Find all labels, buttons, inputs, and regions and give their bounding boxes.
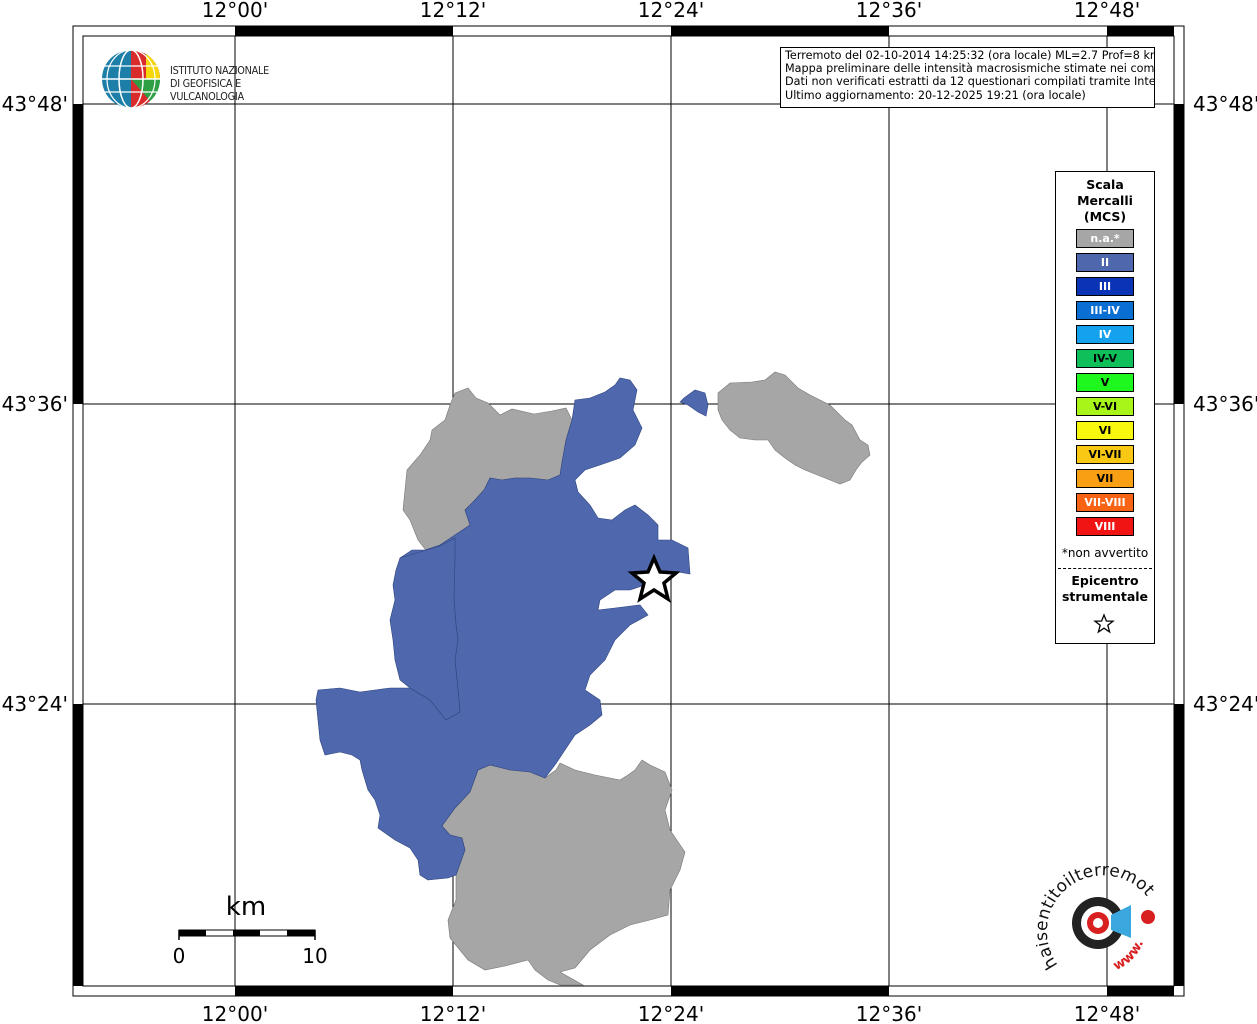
lon-label-bottom-1: 12°00' [202,1002,268,1024]
ingv-logo: ISTITUTO NAZIONALE DI GEOFISICA E VULCAN… [100,48,320,110]
lat-label-right-1: 43°48' [1193,92,1257,116]
lat-label-right-2: 43°36' [1193,392,1257,416]
lon-label-bottom-3: 12°24' [638,1002,704,1024]
lat-label-left-3: 43°24' [2,692,68,716]
scale-bar: km 0 10 [168,888,328,973]
ingv-name-line2: DI GEOFISICA E VULCANOLOGIA [170,77,244,103]
lon-label-top-2: 12°12' [420,0,486,22]
lon-label-top-5: 12°48' [1074,0,1140,22]
legend-title-line2: Mercalli [1077,193,1133,208]
scale-bar-graphic: km 0 10 [173,892,328,968]
lat-label-left-2: 43°36' [2,392,68,416]
legend-item: V [1076,373,1134,392]
hai-sentito-logo: haisentitoilterremoto.it www. [1031,845,1166,980]
legend-divider [1058,568,1152,569]
lon-label-bottom-2: 12°12' [420,1002,486,1024]
legend-epicenter-line1: Epicentro [1071,573,1139,588]
legend-title-line3: (MCS) [1083,209,1127,224]
info-line-4: Ultimo aggiornamento: 20-12-2025 19:21 (… [785,88,1086,102]
lat-label-left-1: 43°48' [2,92,68,116]
lon-labels-bottom: 12°00' 12°12' 12°24' 12°36' 12°48' [202,1002,1140,1024]
scale-max: 10 [302,944,327,968]
hai-sentito-www-path: www. [1111,938,1147,974]
info-line-1: Terremoto del 02-10-2014 14:25:32 (ora l… [785,49,1155,62]
legend-title: Scala Mercalli (MCS) [1056,177,1154,225]
lon-label-top-3: 12°24' [638,0,704,22]
info-line-2: Mappa preliminare delle intensità macros… [785,62,1155,76]
lon-label-top-4: 12°36' [856,0,922,22]
legend-item: IV [1076,325,1134,344]
legend-item: VII-VIII [1076,493,1134,512]
legend-item: IV-V [1076,349,1134,368]
lon-label-bottom-4: 12°36' [856,1002,922,1024]
legend-item: n.a.* [1076,229,1134,248]
legend-item: VI [1076,421,1134,440]
mcs-legend: Scala Mercalli (MCS) n.a.* II III III-IV IV I… [1055,171,1155,644]
lon-label-top-1: 12°00' [202,0,268,22]
earthquake-info-box: Terremoto del 02-10-2014 14:25:32 (ora l… [780,47,1155,108]
info-line-3: Dati non verificati estratti da 12 quest… [785,75,1155,89]
legend-epicenter-line2: strumentale [1061,589,1149,604]
ingv-name-line1: ISTITUTO NAZIONALE [170,64,269,77]
legend-item: III-IV [1076,301,1134,320]
hai-sentito-www: www. [1111,938,1147,974]
lon-labels-top: 12°00' 12°12' 12°24' 12°36' 12°48' [202,0,1140,22]
scale-min: 0 [173,944,186,968]
legend-title-line1: Scala [1086,177,1124,192]
legend-item: VI-VII [1076,445,1134,464]
hai-sentito-graphic: haisentitoilterremoto.it www. [1031,845,1158,974]
lon-label-bottom-5: 12°48' [1074,1002,1140,1024]
legend-item: II [1076,253,1134,272]
lat-label-right-3: 43°24' [1193,692,1257,716]
legend-item: VIII [1076,517,1134,536]
ingv-globe-icon [102,49,161,109]
legend-epicenter-label: Epicentro strumentale [1056,573,1154,605]
lat-labels-right: 43°48' 43°36' 43°24' [1193,92,1257,716]
ingv-name: ISTITUTO NAZIONALE DI GEOFISICA E VULCAN… [170,64,302,103]
lat-labels-left: 43°48' 43°36' 43°24' [2,92,68,716]
legend-item: VII [1076,469,1134,488]
legend-note: *non avvertito [1061,546,1149,560]
legend-item: III [1076,277,1134,296]
scale-unit: km [226,892,266,922]
legend-star-icon [1093,613,1115,634]
legend-item: V-VI [1076,397,1134,416]
